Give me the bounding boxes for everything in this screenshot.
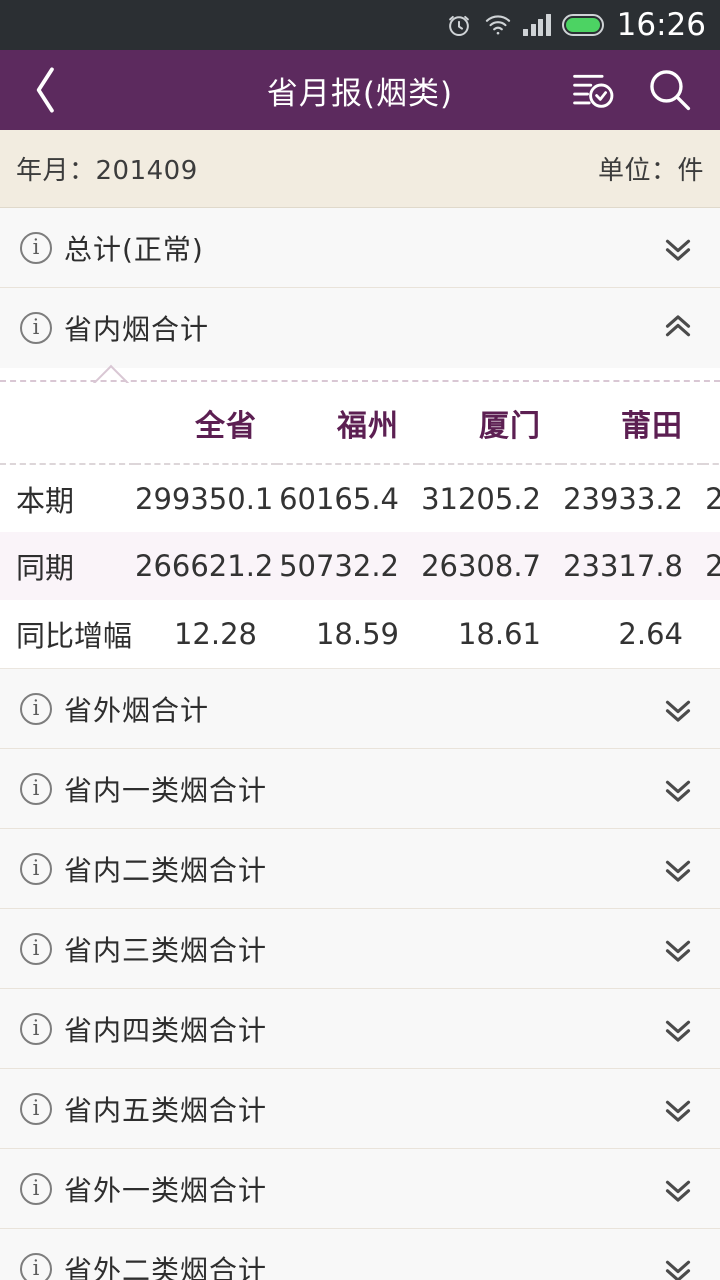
table-cell: 26308.7	[421, 549, 541, 583]
table-cell: 23317.8	[563, 549, 683, 583]
period-label: 年月：201409	[16, 156, 198, 186]
info-icon: i	[20, 772, 52, 805]
table-cell: 18.59	[315, 617, 399, 651]
table-cell: 18.61	[457, 617, 541, 651]
table-col-header: 福州	[337, 408, 399, 444]
table-corner-header	[0, 382, 135, 464]
table-cell: 50732.2	[279, 549, 399, 583]
info-icon: i	[20, 312, 52, 344]
list-check-icon	[573, 74, 614, 108]
alarm-clock-icon	[445, 11, 473, 39]
table-header-row: 全省 福州 厦门 莆田 三明	[0, 382, 720, 464]
expanded-panel-notch	[0, 368, 720, 382]
data-table: 全省 福州 厦门 莆田 三明 本期 299350.1 60165.4 31205…	[0, 382, 720, 668]
accordion-row-inner-class1[interactable]: i 省内一类烟合计	[0, 749, 720, 829]
table-cell: 299350.1	[135, 481, 274, 516]
table-cell: 2.64	[703, 600, 720, 668]
report-list[interactable]: i 总计(正常) i 省内烟合计 全省 福州 厦门 莆田 本期 299350.1…	[0, 208, 720, 1280]
table-row: 同比增幅 12.28 18.59 18.61 2.64 2.64	[0, 600, 720, 668]
chevron-double-down-icon[interactable]	[658, 228, 698, 268]
list-check-button[interactable]	[568, 60, 620, 120]
unit-label: 单位：件	[597, 156, 704, 186]
chevron-double-down-icon[interactable]	[658, 929, 698, 969]
table-cell: 12.28	[173, 617, 257, 651]
wifi-icon	[484, 13, 512, 37]
info-icon: i	[20, 692, 52, 725]
status-bar: 16:26	[0, 0, 720, 50]
accordion-row-label: 省内一类烟合计	[64, 773, 268, 807]
info-icon: i	[20, 852, 52, 885]
status-bar-clock: 16:26	[616, 6, 706, 43]
chevron-double-down-icon[interactable]	[658, 1249, 698, 1280]
chevron-double-down-icon[interactable]	[658, 1169, 698, 1209]
info-icon: i	[20, 231, 52, 264]
app-bar: 省月报(烟类)	[0, 50, 720, 130]
table-col-header: 莆田	[621, 408, 683, 444]
chevron-double-down-icon[interactable]	[658, 1089, 698, 1129]
accordion-row-inner-class5[interactable]: i 省内五类烟合计	[0, 1069, 720, 1149]
table-cell: 23933.2	[563, 481, 683, 516]
table-cell: 23933.2	[703, 464, 720, 532]
accordion-row-label: 省外一类烟合计	[64, 1173, 268, 1207]
accordion-row-province-outer[interactable]: i 省外烟合计	[0, 669, 720, 749]
signal-icon	[523, 14, 551, 36]
search-button[interactable]	[644, 60, 696, 120]
info-icon: i	[20, 1172, 52, 1205]
accordion-row-label: 总计(正常)	[64, 232, 204, 266]
accordion-row-outer-class1[interactable]: i 省外一类烟合计	[0, 1149, 720, 1229]
table-cell: 2.64	[618, 617, 683, 651]
accordion-row-outer-class2[interactable]: i 省外二类烟合计	[0, 1229, 720, 1280]
table-row: 本期 299350.1 60165.4 31205.2 23933.2 2393…	[0, 464, 720, 532]
accordion-row-label: 省外二类烟合计	[64, 1253, 268, 1280]
accordion-row-inner-class4[interactable]: i 省内四类烟合计	[0, 989, 720, 1069]
info-icon: i	[20, 1092, 52, 1125]
back-chevron-icon	[36, 67, 54, 113]
search-icon	[650, 70, 691, 111]
table-row-label: 同期	[16, 551, 75, 585]
table-col-header: 厦门	[479, 408, 541, 444]
battery-icon	[561, 14, 604, 36]
accordion-row-inner-class2[interactable]: i 省内二类烟合计	[0, 829, 720, 909]
table-cell: 266621.2	[135, 549, 274, 583]
chevron-double-down-icon[interactable]	[658, 849, 698, 889]
table-row-label: 本期	[16, 483, 75, 518]
info-icon: i	[20, 1252, 52, 1280]
accordion-row-province-inner[interactable]: i 省内烟合计	[0, 288, 720, 368]
chevron-double-down-icon[interactable]	[658, 689, 698, 729]
accordion-row-total[interactable]: i 总计(正常)	[0, 208, 720, 288]
data-table-container[interactable]: 全省 福州 厦门 莆田 三明 本期 299350.1 60165.4 31205…	[0, 382, 720, 669]
table-col-header: 三明	[703, 382, 720, 464]
meta-bar: 年月：201409 单位：件	[0, 130, 720, 208]
info-icon: i	[20, 932, 52, 965]
table-col-header: 全省	[195, 408, 257, 444]
accordion-row-label: 省内五类烟合计	[64, 1093, 268, 1127]
table-row: 同期 266621.2 50732.2 26308.7 23317.8 2331…	[0, 532, 720, 600]
accordion-row-label: 省内三类烟合计	[64, 933, 268, 967]
chevron-double-up-icon[interactable]	[658, 308, 698, 348]
accordion-row-label: 省内二类烟合计	[64, 853, 268, 887]
info-icon: i	[20, 1012, 52, 1045]
chevron-double-down-icon[interactable]	[658, 1009, 698, 1049]
back-button[interactable]	[0, 50, 92, 130]
accordion-row-label: 省内四类烟合计	[64, 1013, 268, 1047]
appbar-actions	[568, 60, 720, 120]
app-root: 16:26 省月报(烟类) 年月：201409 单位：件 i 总计(正常) i …	[0, 0, 720, 1280]
table-cell: 60165.4	[279, 481, 399, 516]
table-row-label: 同比增幅	[16, 619, 133, 653]
table-cell: 23317.8	[703, 532, 720, 600]
accordion-row-inner-class3[interactable]: i 省内三类烟合计	[0, 909, 720, 989]
table-cell: 31205.2	[421, 481, 541, 516]
accordion-row-label: 省外烟合计	[64, 693, 210, 727]
accordion-row-label: 省内烟合计	[64, 313, 210, 346]
chevron-double-down-icon[interactable]	[658, 769, 698, 809]
